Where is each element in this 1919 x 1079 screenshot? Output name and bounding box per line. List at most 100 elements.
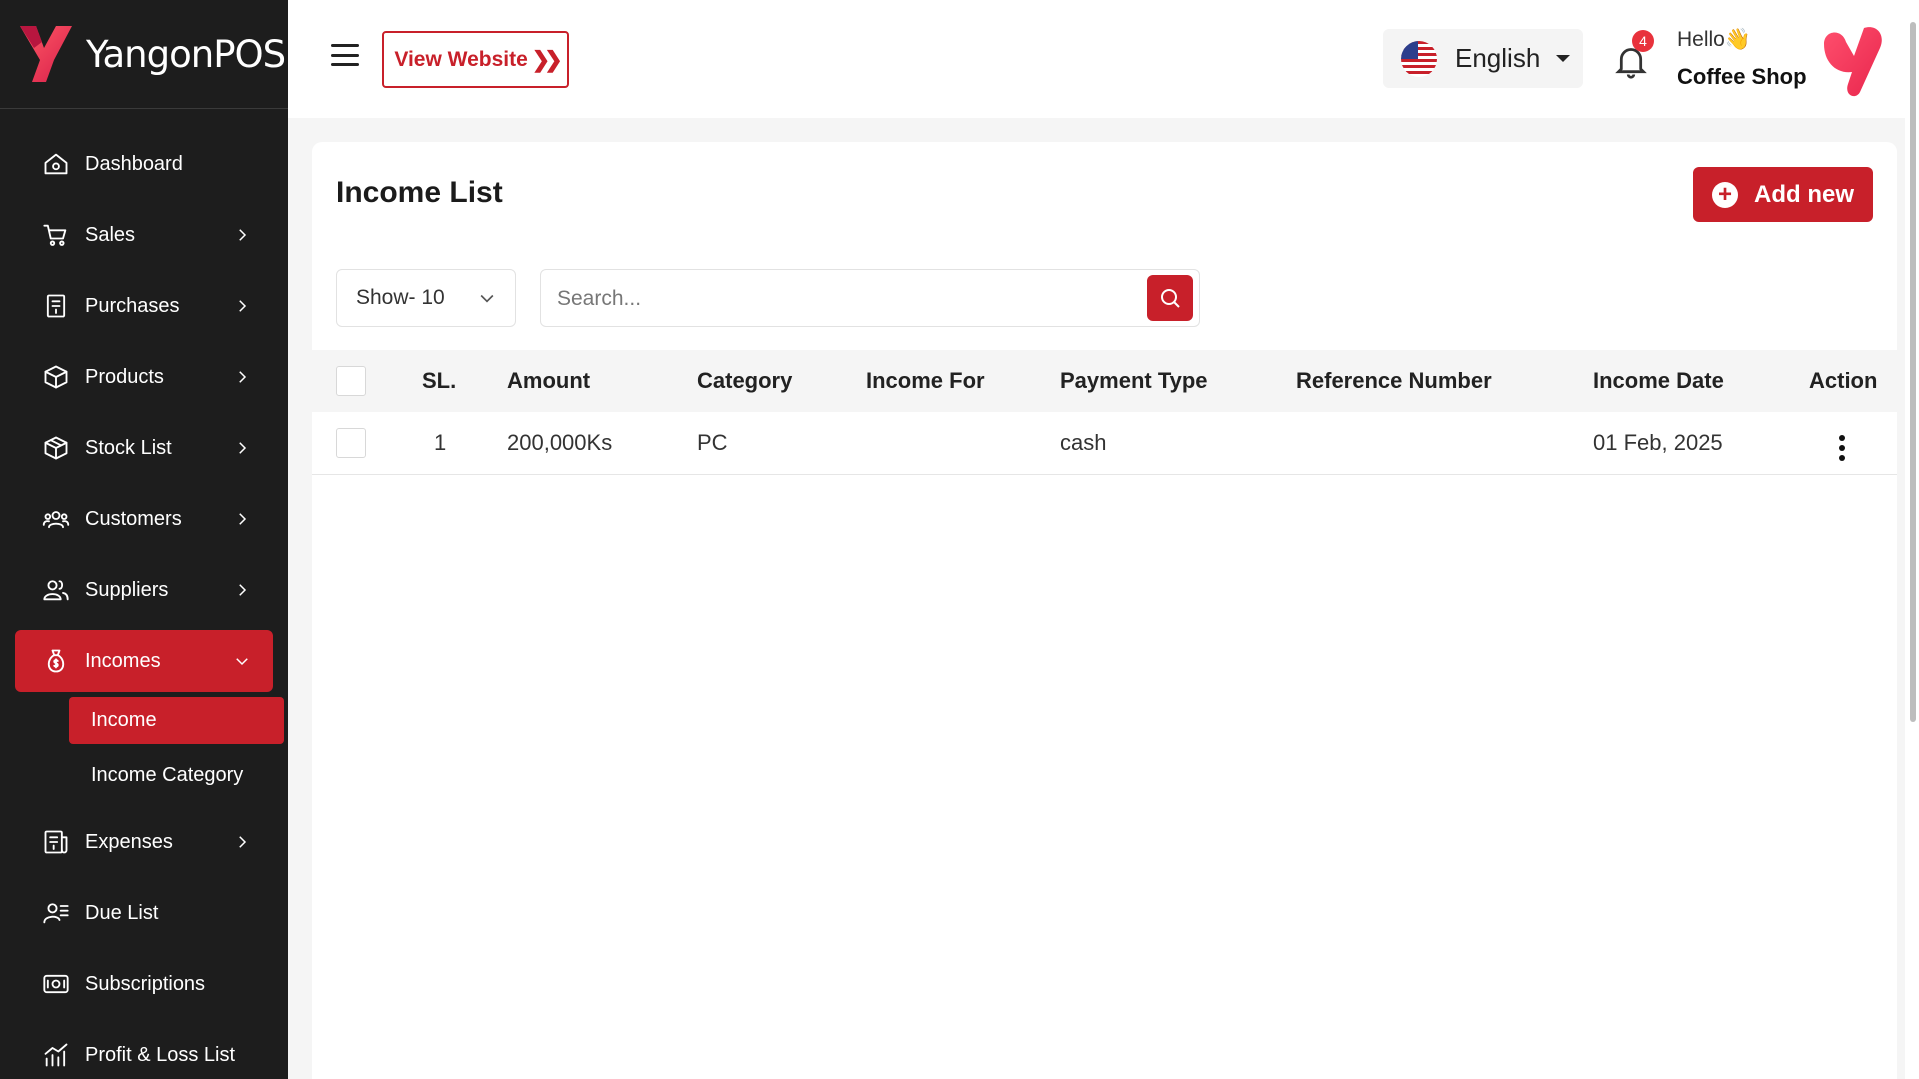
add-new-button[interactable]: + Add new (1693, 167, 1873, 222)
sidebar-item-stock-list[interactable]: Stock List (15, 417, 273, 479)
language-selector[interactable]: English (1383, 29, 1583, 88)
money-bag-icon (41, 646, 71, 676)
brand-name: YangonPOS (86, 32, 286, 76)
column-header-reference-number[interactable]: Reference Number (1296, 350, 1593, 412)
us-flag-icon (1401, 40, 1437, 77)
table-header-row: SL. Amount Category Income For Payment T… (312, 350, 1897, 412)
box-icon (41, 362, 71, 392)
search-box (540, 269, 1200, 327)
search-icon (1161, 289, 1180, 308)
chart-icon (41, 1040, 71, 1070)
sidebar-item-label: Expenses (85, 830, 173, 853)
sidebar: YangonPOS Dashboard Sales Purchases Prod… (0, 0, 288, 1079)
cell-reference-number (1296, 412, 1593, 474)
users-icon (41, 504, 71, 534)
sidebar-item-label: Sales (85, 223, 136, 246)
page-title: Income List (336, 176, 503, 209)
add-new-label: Add new (1754, 180, 1854, 208)
column-header-amount[interactable]: Amount (507, 350, 697, 412)
column-header-category[interactable]: Category (697, 350, 866, 412)
cell-payment-type: cash (1060, 429, 1107, 455)
submenu-item-income[interactable]: Income (69, 697, 284, 744)
select-all-checkbox[interactable] (336, 366, 366, 396)
chevron-right-icon (233, 833, 251, 851)
cart-icon (41, 220, 71, 250)
home-icon (41, 149, 71, 179)
sidebar-nav: Dashboard Sales Purchases Products Stock… (0, 109, 288, 1079)
search-button[interactable] (1147, 275, 1193, 321)
sidebar-item-label: Suppliers (85, 578, 169, 601)
double-chevron-right-icon: ❯❯ (531, 46, 563, 72)
sidebar-item-label: Stock List (85, 436, 172, 459)
sidebar-item-products[interactable]: Products (15, 346, 273, 408)
table-row: 1 200,000Ks PC cash 01 Feb, 2025 (312, 412, 1897, 474)
chevron-right-icon (233, 439, 251, 457)
sidebar-item-due-list[interactable]: Due List (15, 882, 273, 944)
cell-income-date: 01 Feb, 2025 (1593, 429, 1723, 455)
cell-amount: 200,000Ks (507, 429, 613, 455)
chevron-right-icon (233, 368, 251, 386)
row-checkbox[interactable] (336, 427, 366, 458)
column-header-action: Action (1809, 368, 1878, 393)
income-table: SL. Amount Category Income For Payment T… (312, 350, 1897, 475)
sidebar-item-customers[interactable]: Customers (15, 488, 273, 550)
plus-circle-icon: + (1712, 181, 1738, 208)
sidebar-item-suppliers[interactable]: Suppliers (15, 559, 273, 621)
menu-toggle-icon[interactable] (331, 44, 359, 66)
brand-logo-icon (20, 26, 72, 82)
submenu-item-income-category[interactable]: Income Category (69, 752, 284, 799)
sidebar-item-label: Subscriptions (85, 972, 206, 995)
chevron-right-icon (233, 226, 251, 244)
language-label: English (1455, 43, 1541, 73)
subscription-icon (41, 969, 71, 999)
row-actions-kebab-icon[interactable] (1829, 431, 1855, 465)
column-header-sl[interactable]: SL. (422, 350, 507, 412)
cell-category: PC (697, 429, 728, 455)
page-scrollbar[interactable] (1905, 0, 1919, 1079)
page-size-select[interactable]: Show- 10 (336, 269, 516, 327)
receipt-icon (41, 291, 71, 321)
user-list-icon (41, 898, 71, 928)
invoice-icon (41, 827, 71, 857)
income-list-card: Income List + Add new Show- 10 SL. Amoun… (312, 142, 1897, 1079)
cell-income-for (866, 412, 1060, 474)
view-website-button[interactable]: View Website ❯❯ (382, 31, 569, 88)
sidebar-item-label: Products (85, 365, 164, 388)
sidebar-item-incomes[interactable]: Incomes (15, 630, 273, 692)
column-header-income-date[interactable]: Income Date (1593, 350, 1809, 412)
sidebar-item-expenses[interactable]: Expenses (15, 811, 273, 873)
notification-badge: 4 (1632, 30, 1654, 52)
chevron-right-icon (233, 581, 251, 599)
search-input[interactable] (557, 284, 1117, 314)
sidebar-item-profit-loss[interactable]: Profit & Loss List (15, 1024, 273, 1079)
sidebar-item-label: Dashboard (85, 152, 183, 175)
scrollbar-thumb[interactable] (1910, 22, 1916, 722)
sidebar-item-label: Incomes (85, 649, 161, 672)
top-header: View Website ❯❯ English 4 Hello👋 Coffee … (288, 0, 1919, 118)
package-icon (41, 433, 71, 463)
chevron-down-icon (233, 652, 251, 670)
sidebar-item-purchases[interactable]: Purchases (15, 275, 273, 337)
page-size-value: Show- 10 (356, 286, 445, 309)
sidebar-item-sales[interactable]: Sales (15, 204, 273, 266)
chevron-right-icon (233, 297, 251, 315)
sidebar-item-dashboard[interactable]: Dashboard (15, 133, 273, 195)
caret-down-icon (1556, 55, 1571, 62)
avatar[interactable] (1816, 22, 1886, 98)
chevron-down-icon (477, 288, 497, 308)
column-header-payment-type[interactable]: Payment Type (1060, 350, 1296, 412)
sidebar-item-label: Due List (85, 901, 159, 924)
sidebar-item-label: Profit & Loss List (85, 1043, 236, 1066)
greeting-text: Hello👋 (1677, 28, 1752, 51)
shop-name: Coffee Shop (1677, 64, 1807, 89)
sidebar-item-label: Customers (85, 507, 182, 530)
sidebar-item-label: Purchases (85, 294, 180, 317)
view-website-label: View Website (394, 47, 528, 71)
incomes-submenu: Income Income Category (0, 697, 288, 799)
chevron-right-icon (233, 510, 251, 528)
user-group-icon (41, 575, 71, 605)
column-header-income-for[interactable]: Income For (866, 350, 1060, 412)
logo[interactable]: YangonPOS (0, 0, 288, 109)
cell-sl: 1 (434, 429, 447, 455)
sidebar-item-subscriptions[interactable]: Subscriptions (15, 953, 273, 1015)
